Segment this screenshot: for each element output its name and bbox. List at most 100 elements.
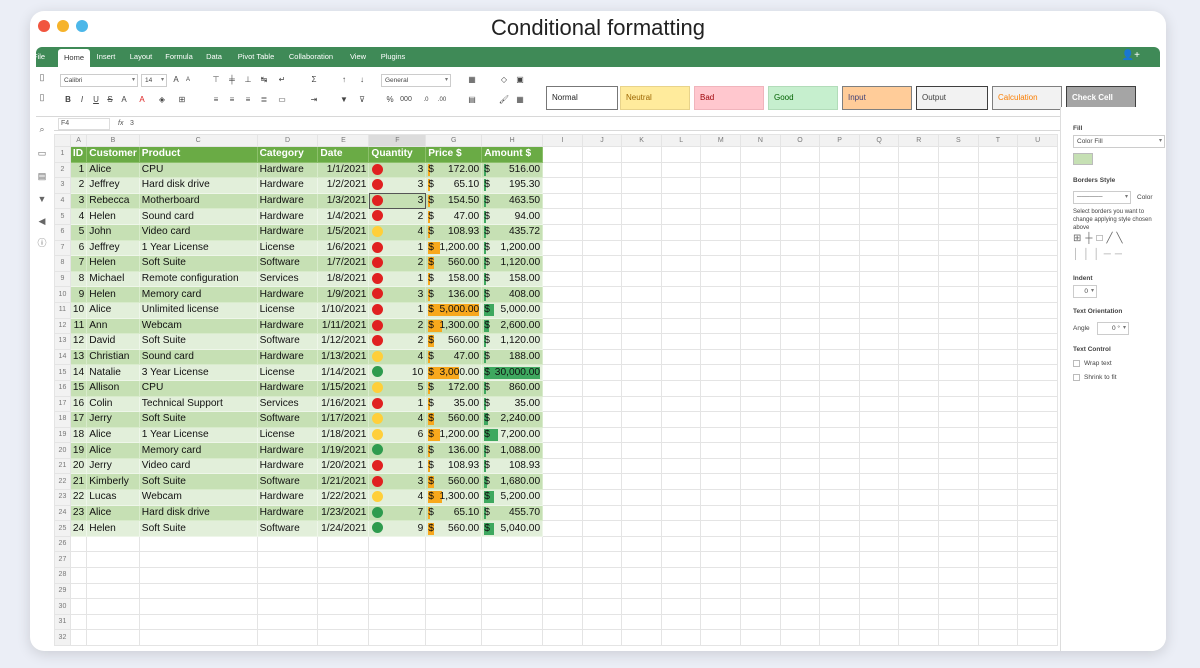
menu-collaboration[interactable]: Collaboration bbox=[286, 47, 336, 67]
empty-cell[interactable] bbox=[1017, 613, 1058, 631]
quantity-cell[interactable]: 3 bbox=[368, 177, 427, 194]
empty-cell[interactable] bbox=[700, 146, 742, 163]
empty-cell[interactable] bbox=[858, 457, 900, 475]
sort-descending-icon[interactable]: ↓ bbox=[356, 74, 368, 86]
empty-cell[interactable] bbox=[542, 270, 583, 288]
customer-cell[interactable]: Jeffrey bbox=[86, 177, 140, 194]
category-cell[interactable]: Hardware bbox=[256, 317, 319, 335]
empty-cell[interactable] bbox=[256, 535, 319, 553]
empty-cell[interactable] bbox=[740, 379, 781, 397]
quantity-cell[interactable]: 3 bbox=[368, 473, 427, 491]
empty-cell[interactable] bbox=[581, 286, 623, 303]
empty-cell[interactable] bbox=[740, 161, 781, 179]
empty-cell[interactable] bbox=[138, 551, 258, 569]
empty-cell[interactable] bbox=[819, 223, 860, 241]
empty-cell[interactable] bbox=[700, 161, 742, 179]
empty-cell[interactable] bbox=[542, 146, 583, 163]
product-cell[interactable]: Video card bbox=[138, 223, 258, 241]
empty-cell[interactable] bbox=[481, 645, 544, 646]
empty-cell[interactable] bbox=[858, 177, 900, 194]
empty-cell[interactable] bbox=[858, 223, 900, 241]
column-header-q[interactable]: Q bbox=[858, 134, 900, 147]
empty-cell[interactable] bbox=[425, 551, 483, 569]
empty-cell[interactable] bbox=[1017, 645, 1058, 646]
empty-cell[interactable] bbox=[317, 535, 370, 553]
row-number[interactable]: 5 bbox=[54, 208, 71, 225]
empty-cell[interactable] bbox=[481, 613, 544, 631]
empty-cell[interactable] bbox=[660, 473, 702, 491]
customer-cell[interactable]: Helen bbox=[86, 208, 140, 225]
id-cell[interactable]: 10 bbox=[69, 301, 88, 319]
table-format-icon[interactable]: ▦ bbox=[514, 94, 526, 106]
date-cell[interactable]: 1/6/2021 bbox=[317, 239, 370, 257]
empty-cell[interactable] bbox=[317, 598, 370, 615]
empty-cell[interactable] bbox=[977, 645, 1019, 646]
id-cell[interactable]: 3 bbox=[69, 192, 88, 210]
price-cell[interactable]: $154.50 bbox=[425, 192, 483, 210]
id-cell[interactable]: 14 bbox=[69, 364, 88, 381]
empty-cell[interactable] bbox=[740, 426, 781, 444]
empty-cell[interactable] bbox=[779, 535, 821, 553]
empty-cell[interactable] bbox=[938, 364, 979, 381]
empty-cell[interactable] bbox=[898, 301, 940, 319]
empty-cell[interactable] bbox=[898, 161, 940, 179]
empty-cell[interactable] bbox=[977, 442, 1019, 459]
date-cell[interactable]: 1/23/2021 bbox=[317, 504, 370, 522]
id-cell[interactable]: 2 bbox=[69, 177, 88, 194]
empty-cell[interactable] bbox=[256, 613, 319, 631]
empty-cell[interactable] bbox=[621, 598, 662, 615]
date-cell[interactable]: 1/15/2021 bbox=[317, 379, 370, 397]
empty-cell[interactable] bbox=[660, 286, 702, 303]
empty-cell[interactable] bbox=[542, 520, 583, 537]
empty-cell[interactable] bbox=[138, 582, 258, 600]
empty-cell[interactable] bbox=[700, 520, 742, 537]
empty-cell[interactable] bbox=[819, 364, 860, 381]
product-cell[interactable]: Soft Suite bbox=[138, 411, 258, 428]
empty-cell[interactable] bbox=[977, 395, 1019, 413]
id-cell[interactable]: 13 bbox=[69, 348, 88, 366]
empty-cell[interactable] bbox=[621, 223, 662, 241]
empty-cell[interactable] bbox=[581, 442, 623, 459]
empty-cell[interactable] bbox=[542, 239, 583, 257]
quantity-cell[interactable]: 4 bbox=[368, 489, 427, 506]
empty-cell[interactable] bbox=[481, 582, 544, 600]
empty-cell[interactable] bbox=[819, 426, 860, 444]
empty-cell[interactable] bbox=[938, 395, 979, 413]
row-number[interactable]: 4 bbox=[54, 192, 71, 210]
product-cell[interactable]: Hard disk drive bbox=[138, 504, 258, 522]
empty-cell[interactable] bbox=[581, 239, 623, 257]
empty-cell[interactable] bbox=[1017, 317, 1058, 335]
empty-cell[interactable] bbox=[581, 582, 623, 600]
empty-cell[interactable] bbox=[700, 442, 742, 459]
empty-cell[interactable] bbox=[542, 301, 583, 319]
menu-formula[interactable]: Formula bbox=[164, 47, 194, 67]
empty-cell[interactable] bbox=[581, 177, 623, 194]
empty-cell[interactable] bbox=[256, 645, 319, 646]
date-cell[interactable]: 1/21/2021 bbox=[317, 473, 370, 491]
column-header-g[interactable]: G bbox=[425, 134, 483, 147]
empty-cell[interactable] bbox=[1017, 177, 1058, 194]
empty-cell[interactable] bbox=[779, 645, 821, 646]
empty-cell[interactable] bbox=[898, 270, 940, 288]
empty-cell[interactable] bbox=[858, 364, 900, 381]
formula-input[interactable]: 3 bbox=[130, 117, 134, 131]
price-cell[interactable]: $35.00 bbox=[425, 395, 483, 413]
empty-cell[interactable] bbox=[977, 270, 1019, 288]
empty-cell[interactable] bbox=[740, 520, 781, 537]
row-number[interactable]: 28 bbox=[54, 567, 71, 584]
column-header-e[interactable]: E bbox=[317, 134, 370, 147]
empty-cell[interactable] bbox=[86, 629, 140, 646]
product-cell[interactable]: CPU bbox=[138, 161, 258, 179]
empty-cell[interactable] bbox=[69, 535, 88, 553]
empty-cell[interactable] bbox=[69, 629, 88, 646]
price-cell[interactable]: $5,000.00 bbox=[425, 301, 483, 319]
empty-cell[interactable] bbox=[256, 551, 319, 569]
empty-cell[interactable] bbox=[1017, 598, 1058, 615]
empty-cell[interactable] bbox=[581, 598, 623, 615]
product-cell[interactable]: Video card bbox=[138, 457, 258, 475]
empty-cell[interactable] bbox=[700, 426, 742, 444]
delete-cells-icon[interactable]: ▤ bbox=[466, 94, 478, 106]
fill-color-icon[interactable]: ◈ bbox=[156, 94, 168, 106]
style-neutral[interactable]: Neutral bbox=[620, 86, 690, 110]
column-header-r[interactable]: R bbox=[898, 134, 940, 147]
